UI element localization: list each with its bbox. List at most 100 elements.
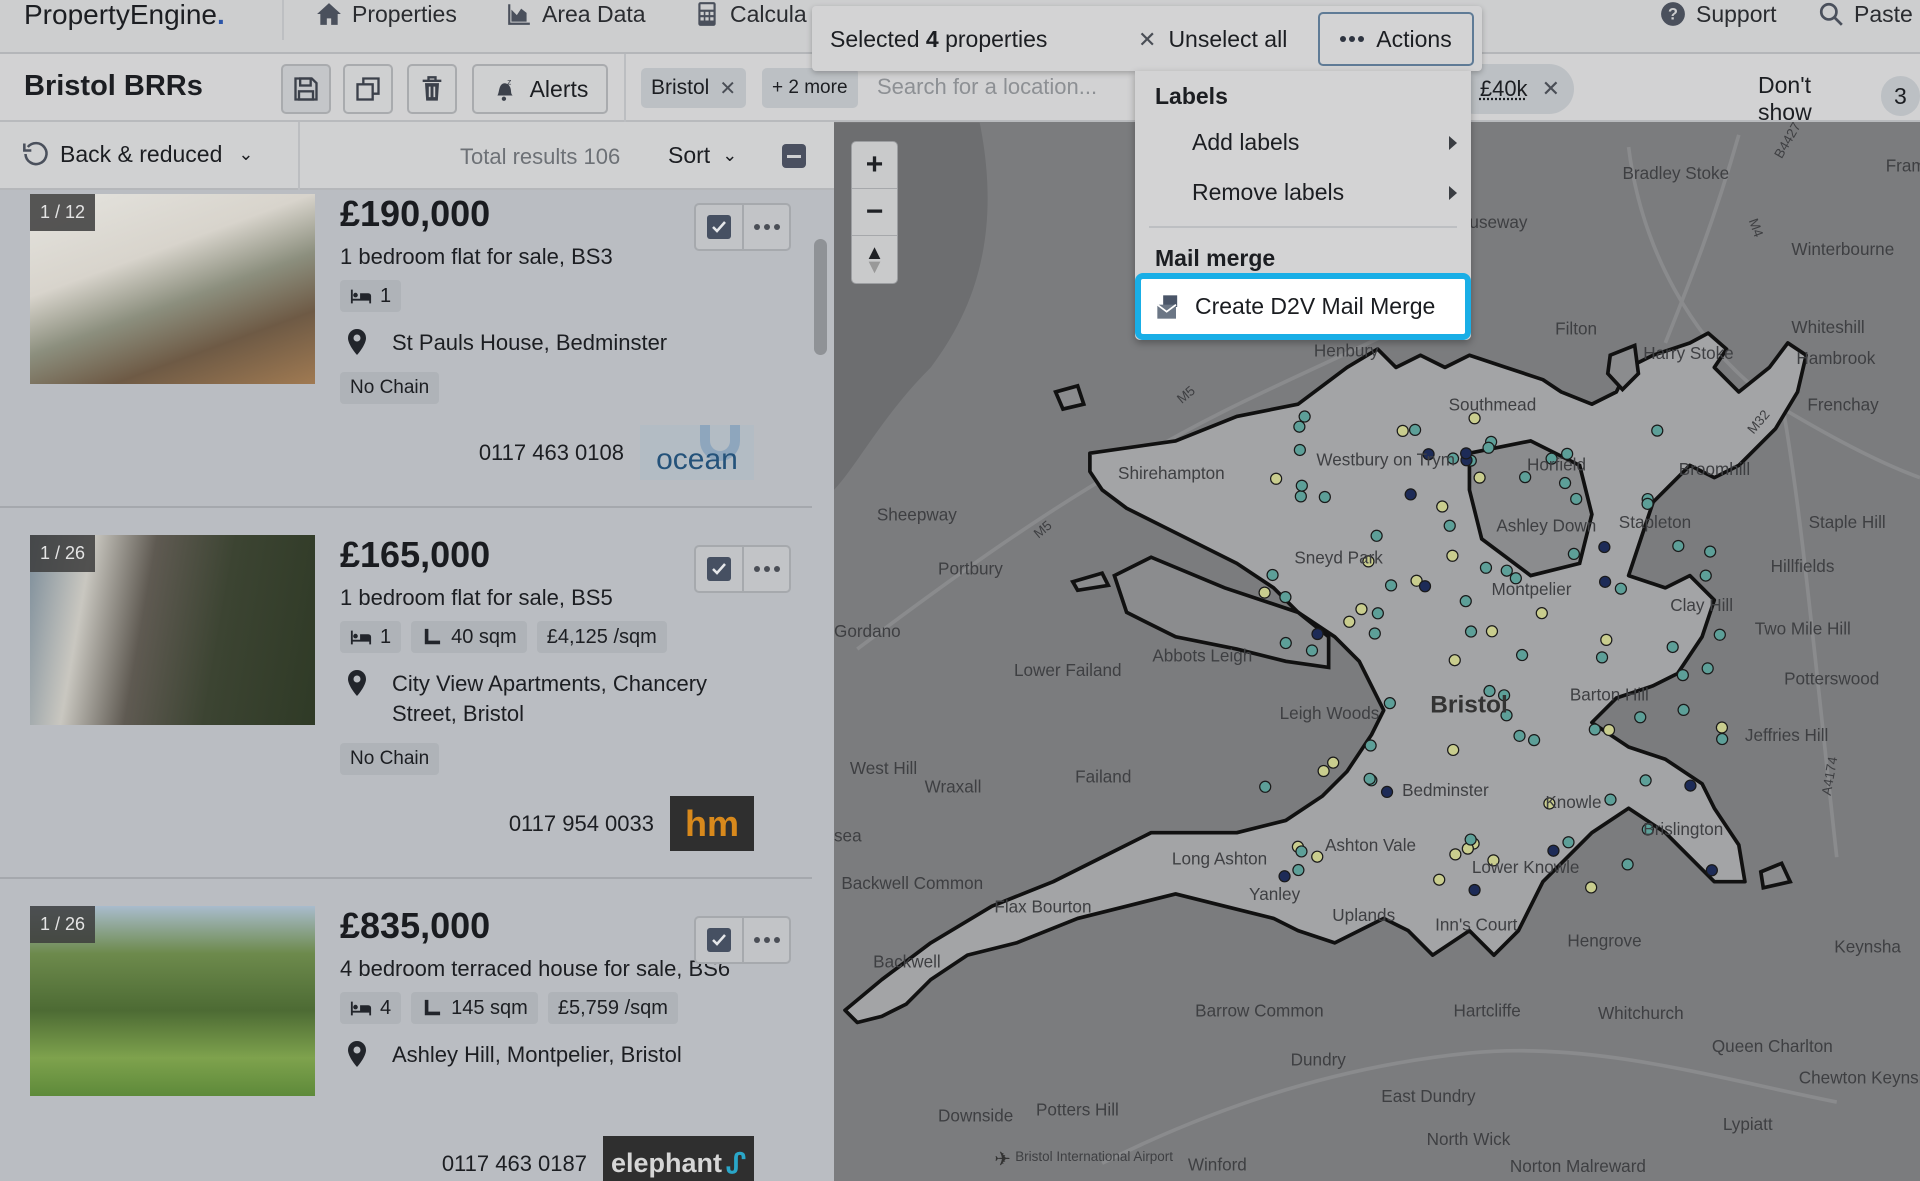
location-chip[interactable]: Bristol ✕ xyxy=(641,68,747,108)
property-marker[interactable] xyxy=(1364,739,1377,752)
property-marker[interactable] xyxy=(1433,873,1446,886)
property-marker[interactable] xyxy=(1468,883,1481,897)
property-marker[interactable] xyxy=(1527,734,1541,747)
property-marker[interactable] xyxy=(1500,564,1513,577)
list-scrollbar[interactable] xyxy=(814,239,827,355)
property-marker[interactable] xyxy=(1716,732,1729,746)
property-marker[interactable] xyxy=(1468,412,1481,425)
property-marker[interactable] xyxy=(1585,881,1598,894)
menu-item-add-labels[interactable]: Add labels xyxy=(1192,129,1457,156)
property-card[interactable]: 1 / 26 £835,000 4 bedroom terraced house… xyxy=(0,879,812,1181)
saved-filter-dropdown[interactable]: Back & reduced ⌄ xyxy=(22,140,253,168)
property-marker[interactable] xyxy=(1436,500,1449,513)
property-marker[interactable] xyxy=(1651,424,1664,437)
property-photo[interactable]: 1 / 26 xyxy=(30,535,315,725)
agent-logo[interactable]: elephant ᔑ xyxy=(603,1136,754,1181)
property-marker[interactable] xyxy=(1701,662,1714,675)
property-marker[interactable] xyxy=(1449,848,1462,861)
property-card[interactable]: 1 / 26 £165,000 1 bedroom flat for sale,… xyxy=(0,508,812,879)
property-marker[interactable] xyxy=(1513,729,1526,742)
property-marker[interactable] xyxy=(1293,443,1306,457)
property-marker[interactable] xyxy=(1614,582,1628,595)
property-marker[interactable] xyxy=(1279,636,1292,650)
sort-dropdown[interactable]: Sort ⌄ xyxy=(668,142,737,169)
property-marker[interactable] xyxy=(1602,723,1616,737)
property-marker[interactable] xyxy=(1443,519,1456,532)
property-marker[interactable] xyxy=(1595,651,1609,664)
more-locations-chip[interactable]: + 2 more xyxy=(762,68,858,108)
property-marker[interactable] xyxy=(1713,628,1726,641)
more-options-button[interactable] xyxy=(744,205,789,249)
location-search-input[interactable]: Search for a location... xyxy=(877,74,1097,100)
property-marker[interactable] xyxy=(1371,607,1384,620)
property-marker[interactable] xyxy=(1355,603,1368,616)
property-marker[interactable] xyxy=(1621,858,1634,871)
property-marker[interactable] xyxy=(1269,472,1283,485)
property-marker[interactable] xyxy=(1704,545,1717,558)
property-marker[interactable] xyxy=(1343,615,1356,628)
property-marker[interactable] xyxy=(1318,490,1331,504)
property-marker[interactable] xyxy=(1447,743,1460,757)
dont-show-filter[interactable]: Don't show 3 xyxy=(1758,72,1920,126)
collapse-all-button[interactable] xyxy=(782,144,806,168)
property-marker[interactable] xyxy=(1292,863,1305,877)
property-marker[interactable] xyxy=(1418,580,1432,593)
property-marker[interactable] xyxy=(1384,579,1398,592)
select-checkbox[interactable] xyxy=(696,205,744,249)
property-marker[interactable] xyxy=(1482,441,1495,454)
property-marker[interactable] xyxy=(1588,723,1601,736)
property-marker[interactable] xyxy=(1266,568,1279,582)
property-marker[interactable] xyxy=(1370,529,1383,542)
property-marker[interactable] xyxy=(1705,864,1718,877)
property-marker[interactable] xyxy=(1604,793,1617,806)
property-marker[interactable] xyxy=(1570,492,1583,506)
property-marker[interactable] xyxy=(1485,625,1499,638)
more-options-button[interactable] xyxy=(744,547,789,591)
property-marker[interactable] xyxy=(1278,870,1291,883)
compass-reset-button[interactable]: ▲ ▼ xyxy=(852,236,897,283)
property-marker[interactable] xyxy=(1464,833,1477,846)
property-photo[interactable]: 1 / 12 xyxy=(30,194,315,384)
property-marker[interactable] xyxy=(1279,591,1292,604)
property-marker[interactable] xyxy=(1547,844,1560,857)
property-marker[interactable] xyxy=(1567,547,1580,561)
property-marker[interactable] xyxy=(1473,471,1486,484)
property-marker[interactable] xyxy=(1699,569,1712,582)
property-marker[interactable] xyxy=(1404,488,1417,501)
property-marker[interactable] xyxy=(1464,625,1478,638)
property-card[interactable]: 1 / 12 £190,000 1 bedroom flat for sale,… xyxy=(0,190,812,508)
zoom-in-button[interactable]: + xyxy=(852,142,897,189)
agent-phone[interactable]: 0117 463 0187 xyxy=(442,1151,587,1177)
nav-properties[interactable]: Properties xyxy=(316,0,457,28)
property-marker[interactable] xyxy=(1383,697,1396,710)
property-marker[interactable] xyxy=(1460,447,1473,460)
property-marker[interactable] xyxy=(1459,595,1472,608)
property-marker[interactable] xyxy=(1672,539,1685,553)
logo[interactable]: PropertyEngine. xyxy=(24,0,225,30)
property-marker[interactable] xyxy=(1294,490,1307,503)
actions-button[interactable]: Actions xyxy=(1318,12,1474,66)
more-options-button[interactable] xyxy=(744,918,789,962)
delete-button[interactable] xyxy=(407,64,457,114)
agent-phone[interactable]: 0117 463 0108 xyxy=(479,440,624,466)
select-checkbox[interactable] xyxy=(696,918,744,962)
property-marker[interactable] xyxy=(1396,424,1409,437)
property-marker[interactable] xyxy=(1311,850,1324,863)
nav-paste[interactable]: Paste xyxy=(1818,0,1913,28)
property-marker[interactable] xyxy=(1676,669,1689,682)
property-marker[interactable] xyxy=(1598,540,1611,554)
property-marker[interactable] xyxy=(1293,420,1306,433)
close-icon[interactable]: ✕ xyxy=(719,76,736,101)
menu-item-create-d2v-mail-merge[interactable]: Create D2V Mail Merge xyxy=(1135,273,1471,340)
nav-support[interactable]: ? Support xyxy=(1660,0,1777,28)
zoom-out-button[interactable]: − xyxy=(852,189,897,236)
property-photo[interactable]: 1 / 26 xyxy=(30,906,315,1096)
property-marker[interactable] xyxy=(1600,633,1613,646)
property-marker[interactable] xyxy=(1446,549,1459,562)
property-marker[interactable] xyxy=(1259,780,1272,793)
agent-logo[interactable]: hm xyxy=(670,796,754,851)
unselect-all-button[interactable]: ✕ Unselect all xyxy=(1138,26,1287,53)
select-checkbox[interactable] xyxy=(696,547,744,591)
property-marker[interactable] xyxy=(1317,764,1330,778)
property-marker[interactable] xyxy=(1666,640,1679,654)
